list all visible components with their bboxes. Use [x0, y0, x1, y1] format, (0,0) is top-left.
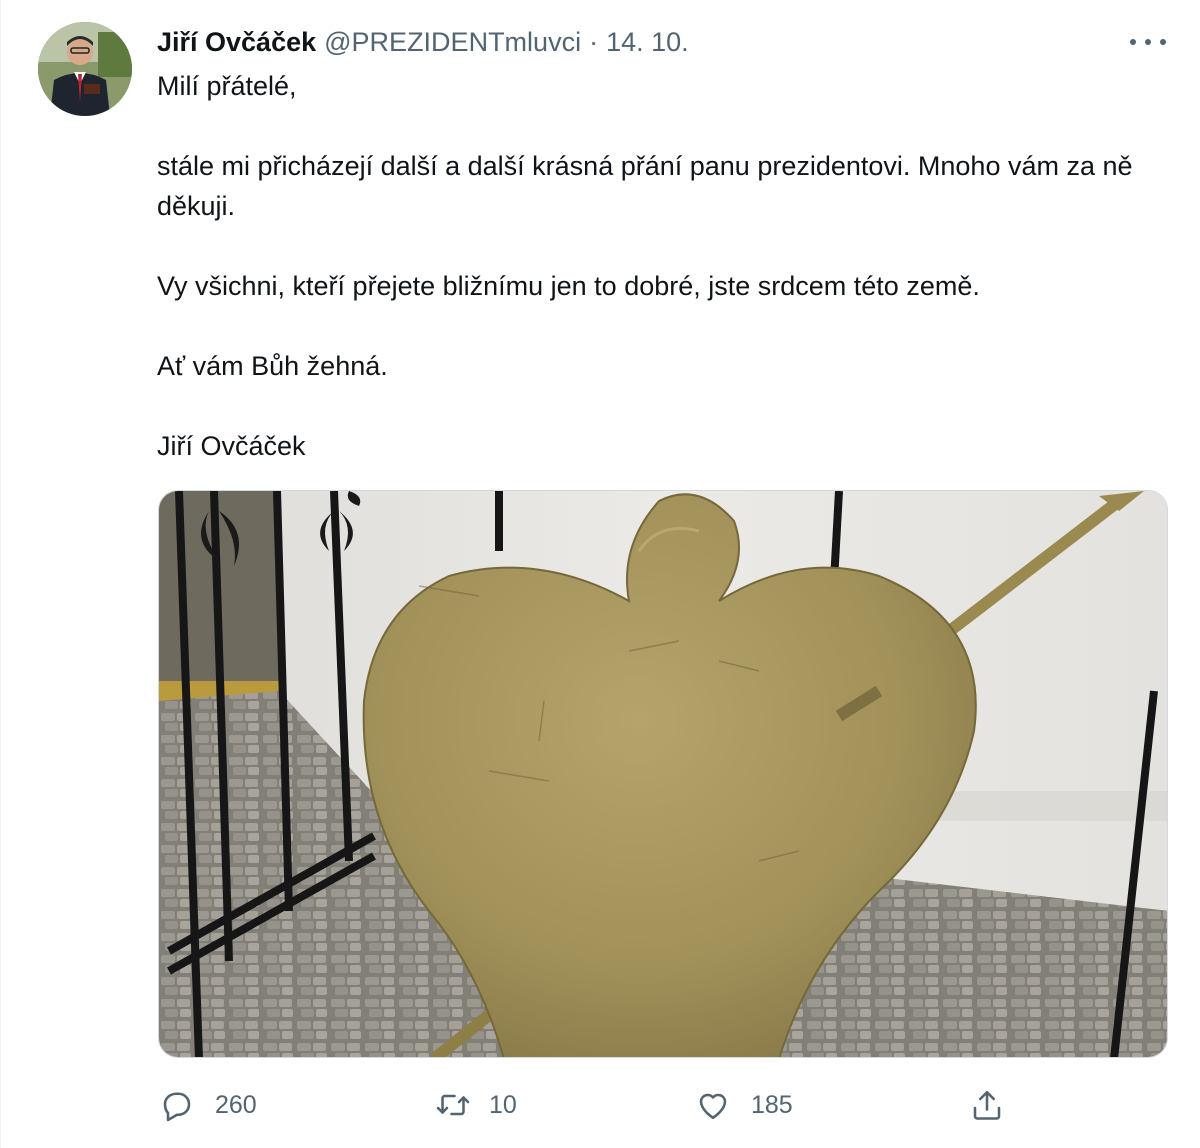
more-horizontal-icon[interactable] [1130, 30, 1166, 54]
tweet-paragraph: Ať vám Bůh žehná. [157, 351, 388, 381]
like-button[interactable]: 185 [693, 1080, 793, 1130]
share-icon [967, 1085, 1007, 1125]
tweet-paragraph: stále mi přicházejí další a další krásná… [157, 151, 1133, 221]
like-count: 185 [751, 1090, 793, 1119]
author-name[interactable]: Jiří Ovčáček [157, 27, 316, 58]
tweet-text: Milí přátelé, stále mi přicházejí další … [157, 66, 1167, 466]
tweet[interactable]: Jiří Ovčáček @PREZIDENTmluvci · 14. 10. … [0, 0, 1200, 1148]
reply-count: 260 [215, 1090, 257, 1119]
reply-icon [157, 1085, 197, 1125]
tweet-paragraph: Milí přátelé, [157, 71, 297, 101]
retweet-icon [433, 1085, 473, 1125]
tweet-date[interactable]: 14. 10. [606, 27, 689, 58]
retweet-button[interactable]: 10 [433, 1080, 517, 1130]
tweet-header: Jiří Ovčáček @PREZIDENTmluvci · 14. 10. [157, 22, 689, 62]
tweet-actions: 260 10 185 [157, 1080, 1017, 1130]
retweet-count: 10 [489, 1090, 517, 1119]
avatar[interactable] [38, 22, 132, 116]
tweet-paragraph: Jiří Ovčáček [157, 431, 306, 461]
tweet-paragraph: Vy všichni, kteří přejete bližnímu jen t… [157, 271, 980, 301]
tweet-photo[interactable] [158, 490, 1168, 1058]
heart-icon [693, 1085, 733, 1125]
share-button[interactable] [967, 1080, 1007, 1130]
author-handle[interactable]: @PREZIDENTmluvci [324, 27, 581, 58]
reply-button[interactable]: 260 [157, 1080, 257, 1130]
header-separator: · [589, 26, 599, 57]
